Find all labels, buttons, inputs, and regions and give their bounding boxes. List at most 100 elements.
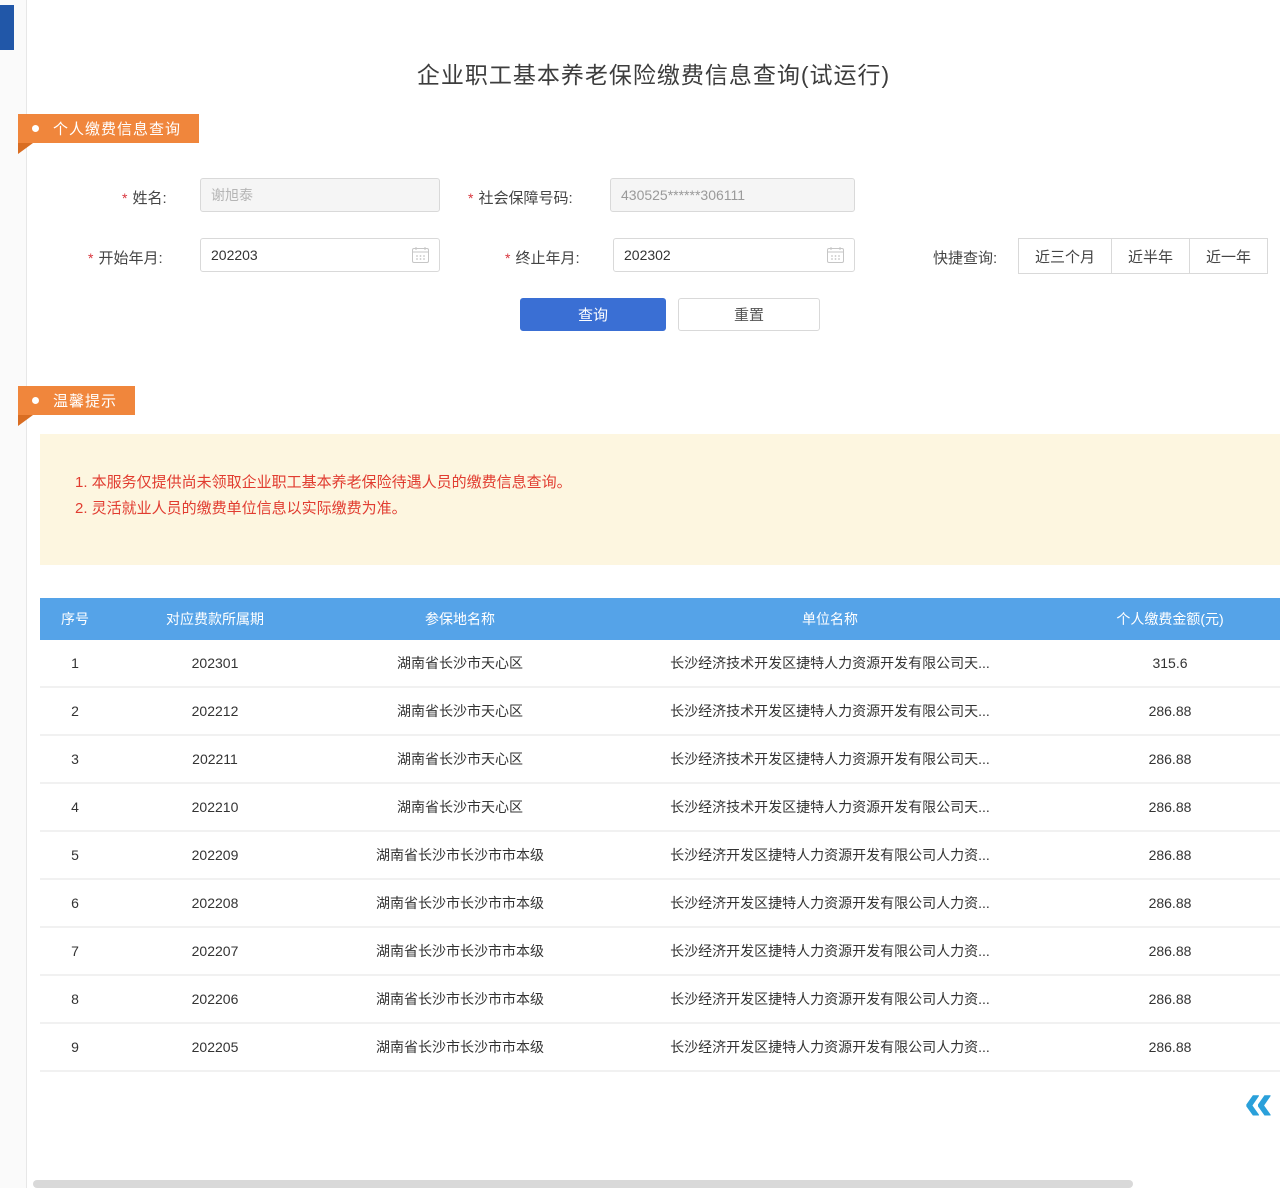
collapse-sidebar-icon[interactable]: « [1244, 1076, 1273, 1128]
ribbon-fold [18, 415, 33, 426]
required-asterisk: * [122, 190, 127, 206]
notice-box: 1. 本服务仅提供尚未领取企业职工基本养老保险待遇人员的缴费信息查询。 2. 灵… [40, 434, 1280, 565]
table-cell: 286.88 [1060, 991, 1280, 1007]
table-cell: 长沙经济技术开发区捷特人力资源开发有限公司天... [600, 749, 1060, 769]
table-cell: 202205 [110, 1039, 320, 1055]
table-cell: 长沙经济技术开发区捷特人力资源开发有限公司天... [600, 653, 1060, 673]
end-date-field[interactable]: 202302 [613, 238, 855, 272]
left-gutter [0, 0, 27, 1188]
table-row[interactable]: 9202205湖南省长沙市长沙市市本级长沙经济开发区捷特人力资源开发有限公司人力… [40, 1024, 1280, 1072]
table-row[interactable]: 6202208湖南省长沙市长沙市市本级长沙经济开发区捷特人力资源开发有限公司人力… [40, 880, 1280, 928]
quick-option-3months[interactable]: 近三个月 [1018, 238, 1112, 274]
table-cell: 2 [40, 703, 110, 719]
quick-option-halfyear[interactable]: 近半年 [1111, 238, 1190, 274]
table-cell: 湖南省长沙市长沙市市本级 [320, 845, 600, 865]
table-cell: 长沙经济开发区捷特人力资源开发有限公司人力资... [600, 845, 1060, 865]
col-header-index: 序号 [40, 609, 110, 629]
table-row[interactable]: 8202206湖南省长沙市长沙市市本级长沙经济开发区捷特人力资源开发有限公司人力… [40, 976, 1280, 1024]
results-table-header: 序号 对应费款所属期 参保地名称 单位名称 个人缴费金额(元) [40, 598, 1280, 640]
col-header-period: 对应费款所属期 [110, 609, 320, 629]
section-badge-query: 个人缴费信息查询 [18, 114, 199, 143]
quick-query-group: 近三个月 近半年 近一年 [1018, 238, 1268, 274]
results-table: 序号 对应费款所属期 参保地名称 单位名称 个人缴费金额(元) 1202301湖… [40, 598, 1280, 1072]
page-title: 企业职工基本养老保险缴费信息查询(试运行) [27, 56, 1280, 90]
table-cell: 4 [40, 799, 110, 815]
section-badge-tips-label: 温馨提示 [53, 390, 117, 411]
table-cell: 长沙经济技术开发区捷特人力资源开发有限公司天... [600, 701, 1060, 721]
table-row[interactable]: 2202212湖南省长沙市天心区长沙经济技术开发区捷特人力资源开发有限公司天..… [40, 688, 1280, 736]
horizontal-scrollbar[interactable] [33, 1180, 1133, 1188]
sidebar-tab[interactable] [0, 5, 14, 50]
table-cell: 202207 [110, 943, 320, 959]
query-button[interactable]: 查询 [520, 298, 666, 331]
section-badge-tips: 温馨提示 [18, 386, 135, 415]
table-cell: 286.88 [1060, 895, 1280, 911]
page: 企业职工基本养老保险缴费信息查询(试运行) 个人缴费信息查询 *姓名: 谢旭泰 … [0, 0, 1280, 1188]
table-cell: 202211 [110, 751, 320, 767]
table-cell: 湖南省长沙市长沙市市本级 [320, 941, 600, 961]
table-cell: 8 [40, 991, 110, 1007]
col-header-company: 单位名称 [600, 609, 1060, 629]
table-cell: 202208 [110, 895, 320, 911]
table-cell: 202206 [110, 991, 320, 1007]
table-cell: 286.88 [1060, 751, 1280, 767]
table-cell: 286.88 [1060, 943, 1280, 959]
table-cell: 长沙经济技术开发区捷特人力资源开发有限公司天... [600, 797, 1060, 817]
table-cell: 湖南省长沙市天心区 [320, 653, 600, 673]
name-label: *姓名: [122, 187, 167, 208]
table-cell: 202209 [110, 847, 320, 863]
calendar-icon[interactable] [827, 247, 844, 263]
table-cell: 315.6 [1060, 655, 1280, 671]
table-cell: 湖南省长沙市天心区 [320, 749, 600, 769]
end-date-label: *终止年月: [505, 247, 580, 268]
table-cell: 286.88 [1060, 799, 1280, 815]
col-header-place: 参保地名称 [320, 609, 600, 629]
table-cell: 286.88 [1060, 703, 1280, 719]
table-cell: 202212 [110, 703, 320, 719]
name-field[interactable]: 谢旭泰 [200, 178, 440, 212]
calendar-icon[interactable] [412, 247, 429, 263]
bullet-icon [32, 125, 39, 132]
table-cell: 3 [40, 751, 110, 767]
table-cell: 长沙经济开发区捷特人力资源开发有限公司人力资... [600, 1037, 1060, 1057]
reset-button[interactable]: 重置 [678, 298, 820, 331]
table-cell: 202210 [110, 799, 320, 815]
table-cell: 长沙经济开发区捷特人力资源开发有限公司人力资... [600, 893, 1060, 913]
table-cell: 湖南省长沙市长沙市市本级 [320, 1037, 600, 1057]
ssn-label: *社会保障号码: [468, 187, 573, 208]
table-cell: 7 [40, 943, 110, 959]
section-badge-query-label: 个人缴费信息查询 [53, 118, 181, 139]
table-row[interactable]: 5202209湖南省长沙市长沙市市本级长沙经济开发区捷特人力资源开发有限公司人力… [40, 832, 1280, 880]
table-cell: 202301 [110, 655, 320, 671]
start-date-label: *开始年月: [88, 247, 163, 268]
table-cell: 9 [40, 1039, 110, 1055]
table-row[interactable]: 1202301湖南省长沙市天心区长沙经济技术开发区捷特人力资源开发有限公司天..… [40, 640, 1280, 688]
table-cell: 湖南省长沙市长沙市市本级 [320, 893, 600, 913]
col-header-amount: 个人缴费金额(元) [1060, 609, 1280, 629]
required-asterisk: * [505, 250, 510, 266]
notice-line-2: 2. 灵活就业人员的缴费单位信息以实际缴费为准。 [75, 496, 1260, 522]
table-row[interactable]: 4202210湖南省长沙市天心区长沙经济技术开发区捷特人力资源开发有限公司天..… [40, 784, 1280, 832]
table-row[interactable]: 7202207湖南省长沙市长沙市市本级长沙经济开发区捷特人力资源开发有限公司人力… [40, 928, 1280, 976]
required-asterisk: * [468, 190, 473, 206]
table-cell: 6 [40, 895, 110, 911]
table-cell: 湖南省长沙市长沙市市本级 [320, 989, 600, 1009]
table-cell: 5 [40, 847, 110, 863]
table-cell: 湖南省长沙市天心区 [320, 797, 600, 817]
notice-line-1: 1. 本服务仅提供尚未领取企业职工基本养老保险待遇人员的缴费信息查询。 [75, 470, 1260, 496]
start-date-field[interactable]: 202203 [200, 238, 440, 272]
table-cell: 286.88 [1060, 1039, 1280, 1055]
ribbon-fold [18, 143, 33, 154]
quick-option-oneyear[interactable]: 近一年 [1189, 238, 1268, 274]
bullet-icon [32, 397, 39, 404]
required-asterisk: * [88, 250, 93, 266]
table-cell: 长沙经济开发区捷特人力资源开发有限公司人力资... [600, 989, 1060, 1009]
table-cell: 长沙经济开发区捷特人力资源开发有限公司人力资... [600, 941, 1060, 961]
table-cell: 1 [40, 655, 110, 671]
table-cell: 湖南省长沙市天心区 [320, 701, 600, 721]
ssn-field[interactable]: 430525******306111 [610, 178, 855, 212]
results-table-body: 1202301湖南省长沙市天心区长沙经济技术开发区捷特人力资源开发有限公司天..… [40, 640, 1280, 1072]
table-cell: 286.88 [1060, 847, 1280, 863]
table-row[interactable]: 3202211湖南省长沙市天心区长沙经济技术开发区捷特人力资源开发有限公司天..… [40, 736, 1280, 784]
quick-query-label: 快捷查询: [933, 247, 997, 268]
